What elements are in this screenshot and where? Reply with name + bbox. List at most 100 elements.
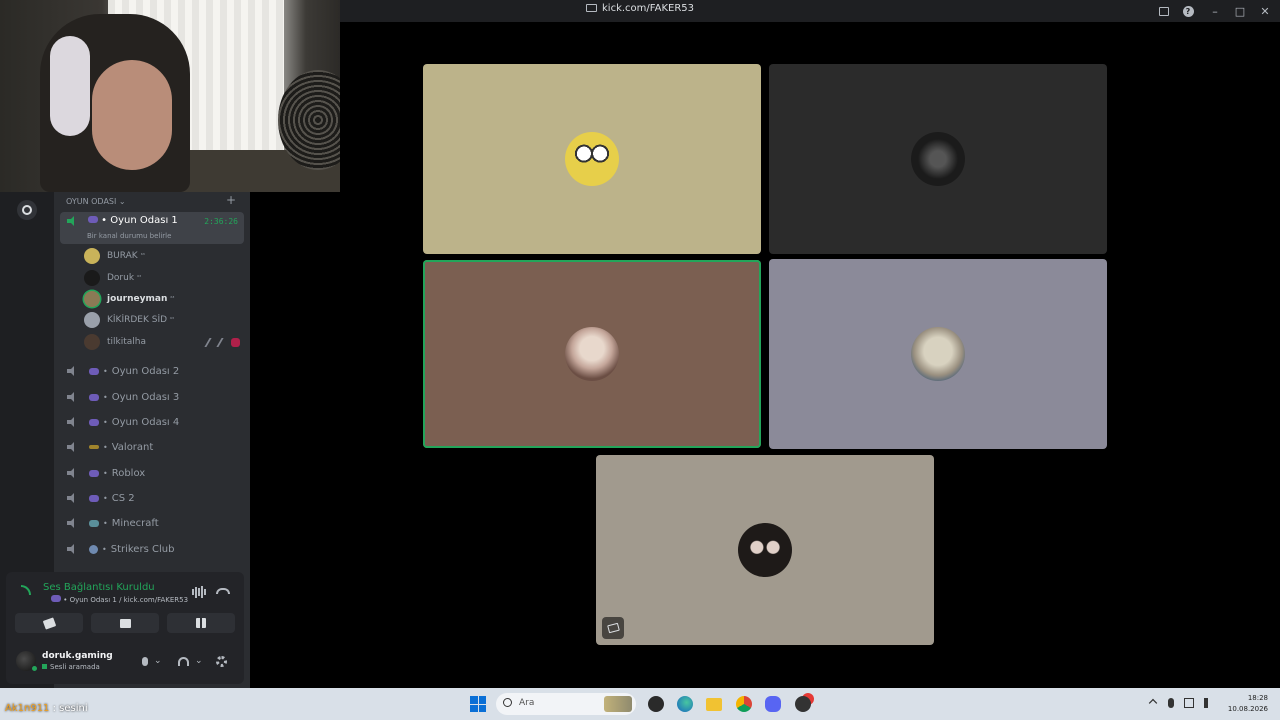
volume-icon[interactable]: [1204, 698, 1214, 708]
voice-status-title[interactable]: Ses Bağlantısı Kuruldu: [43, 582, 155, 593]
close-icon[interactable]: ✕: [1250, 0, 1280, 22]
chevron-up-icon[interactable]: [1148, 698, 1158, 708]
channel-roblox[interactable]: • Roblox: [60, 462, 244, 484]
explore-icon[interactable]: [17, 200, 37, 220]
member-burak[interactable]: BURAK ⁶³: [84, 247, 244, 265]
gun-icon: [89, 445, 99, 449]
voice-status-subtitle[interactable]: Oyun Odası 1 / kick.com/FAKER53: [70, 596, 188, 604]
avatar: [84, 334, 100, 350]
online-status-dot: [31, 665, 38, 672]
media-player-icon[interactable]: [648, 696, 664, 712]
video-tile-4[interactable]: [769, 259, 1107, 449]
chat-message: : sesini: [49, 703, 88, 714]
activities-button[interactable]: [167, 613, 235, 633]
gamepad-icon: [89, 367, 99, 375]
help-icon[interactable]: ?: [1176, 0, 1200, 22]
speaker-icon: [67, 493, 79, 503]
member-tilkitalha[interactable]: tilkitalha: [84, 333, 244, 351]
channel-oyun-odasi-2[interactable]: • Oyun Odası 2: [60, 360, 244, 382]
gamepad-icon: [51, 595, 61, 602]
date: 10.08.2026: [1227, 705, 1268, 713]
network-icon[interactable]: [1184, 698, 1194, 708]
video-tile-1[interactable]: [423, 64, 761, 254]
screen-share-button[interactable]: [91, 613, 159, 633]
search-placeholder: Ara: [519, 698, 535, 708]
landscape-icon: [89, 519, 99, 527]
gamepad-icon: [89, 418, 99, 426]
heart-badge-icon: [231, 337, 240, 347]
chevron-down-icon[interactable]: ⌄: [154, 656, 162, 666]
category-header[interactable]: OYUN ODASI ⌄: [66, 197, 126, 206]
channel-status[interactable]: Bir kanal durumu belirle: [87, 232, 171, 240]
user-status: Sesli aramada: [50, 663, 100, 671]
windows-start-icon[interactable]: [470, 696, 486, 712]
avatar: [84, 291, 100, 307]
globe-icon: [89, 544, 98, 554]
file-explorer-icon[interactable]: [706, 698, 722, 711]
disconnect-icon[interactable]: [216, 588, 230, 594]
signal-icon[interactable]: [21, 585, 31, 595]
camera-off-icon: [602, 617, 624, 639]
video-tile-2[interactable]: [769, 64, 1107, 254]
channel-name: Oyun Odası 1: [110, 215, 178, 226]
taskbar-search[interactable]: Ara: [496, 693, 636, 715]
camera-toggle-button[interactable]: [15, 613, 83, 633]
edge-icon[interactable]: [677, 696, 693, 712]
microphone-icon: [142, 656, 148, 666]
speaker-icon: [67, 442, 79, 452]
voice-connection-panel: Ses Bağlantısı Kuruldu • Oyun Odası 1 / …: [6, 572, 244, 638]
channel-oyun-odasi-4[interactable]: • Oyun Odası 4: [60, 411, 244, 433]
username[interactable]: doruk.gaming: [42, 651, 113, 661]
channel-valorant[interactable]: • Valorant: [60, 436, 244, 458]
minion-avatar: [565, 132, 619, 186]
channel-oyun-odasi-1[interactable]: • Oyun Odası 1 2:36:26 Bir kanal durumu …: [60, 212, 244, 244]
minimize-icon[interactable]: –: [1200, 0, 1230, 22]
clock[interactable]: 18:28 10.08.2026: [1228, 693, 1268, 715]
speaker-icon: [67, 216, 79, 226]
maximize-icon[interactable]: □: [1230, 0, 1250, 22]
stream-icon: [586, 4, 597, 12]
dkgaming-avatar: [911, 132, 965, 186]
inbox-icon[interactable]: [1152, 0, 1176, 22]
stream-chat-overlay: Ak1n911 : sesini: [5, 703, 88, 714]
headphones-icon: [178, 656, 189, 666]
gear-icon: [216, 655, 227, 667]
taskbar: Ara 18:28 10.08.2026: [0, 688, 1280, 720]
avatar: [84, 312, 100, 328]
add-channel-icon[interactable]: +: [226, 193, 236, 207]
deafened-icon: [216, 337, 231, 347]
window-title: kick.com/FAKER53: [602, 3, 694, 14]
video-tile-5[interactable]: [596, 455, 934, 645]
system-tray: [1148, 698, 1214, 708]
discord-icon[interactable]: [765, 696, 781, 712]
chevron-down-icon[interactable]: ⌄: [195, 656, 203, 666]
headphones-button[interactable]: ⌄: [178, 655, 203, 667]
speaker-icon: [67, 392, 79, 402]
speaker-icon: [67, 544, 79, 554]
channel-minecraft[interactable]: • Minecraft: [60, 512, 244, 534]
avatar: [84, 270, 100, 286]
settings-button[interactable]: [216, 655, 227, 667]
avatar: [84, 248, 100, 264]
channel-oyun-odasi-3[interactable]: • Oyun Odası 3: [60, 386, 244, 408]
noise-suppression-icon[interactable]: [192, 586, 206, 598]
chrome-icon[interactable]: [736, 696, 752, 712]
member-journeyman[interactable]: journeyman ⁶³: [84, 290, 244, 308]
video-tile-3[interactable]: [423, 260, 761, 448]
voice-activity-icon: [42, 664, 47, 669]
gamepad-icon: [89, 494, 99, 502]
microphone-tray-icon[interactable]: [1168, 698, 1174, 708]
app-badge-icon[interactable]: [795, 696, 811, 712]
member-doruk[interactable]: Doruk ⁶³: [84, 269, 244, 287]
video-stage: [250, 22, 1280, 688]
speaker-icon: [67, 417, 79, 427]
gamepad-icon: [88, 216, 98, 223]
channel-strikers-club[interactable]: • Strikers Club: [60, 538, 244, 560]
search-icon: [503, 698, 512, 707]
member-kikirdek-sid[interactable]: KİKİRDEK SİD ⁶³: [84, 311, 244, 329]
gamepad-icon: [89, 393, 99, 401]
microphone-button[interactable]: ⌄: [142, 655, 162, 667]
call-timer: 2:36:26: [204, 217, 238, 226]
channel-cs2[interactable]: • CS 2: [60, 487, 244, 509]
space-invader-icon: [89, 469, 99, 477]
